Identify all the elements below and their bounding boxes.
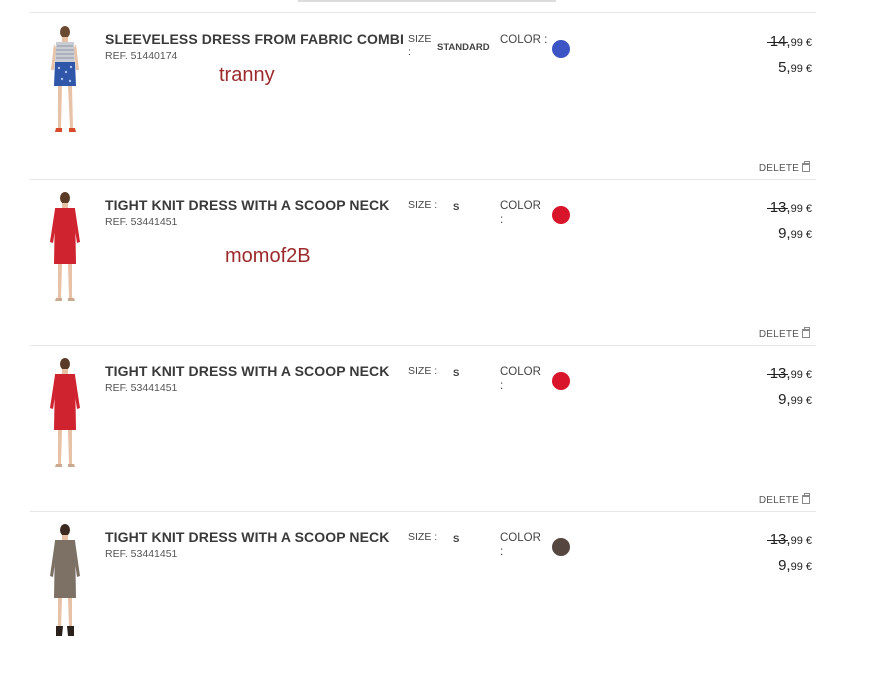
product-ref: REF. 53441451	[105, 548, 178, 560]
product-ref: REF. 51440174	[105, 50, 178, 62]
trash-icon	[802, 161, 810, 172]
cart-item: TIGHT KNIT DRESS WITH A SCOOP NECK REF. …	[30, 512, 816, 678]
delete-button[interactable]: DELETE	[759, 161, 810, 174]
color-label: COLOR :	[500, 532, 541, 558]
size-label: SIZE :	[408, 365, 438, 377]
trash-icon	[802, 327, 810, 338]
color-swatch	[552, 206, 570, 224]
product-image-knit-dress-red[interactable]	[42, 356, 88, 476]
cart-item: TIGHT KNIT DRESS WITH A SCOOP NECK REF. …	[30, 346, 816, 512]
sale-price: 9,99 €	[778, 225, 812, 242]
size-value: STANDARD	[437, 42, 490, 53]
color-swatch	[552, 372, 570, 390]
color-swatch	[552, 40, 570, 58]
color-swatch	[552, 538, 570, 556]
color-label: COLOR :	[500, 366, 541, 392]
product-name[interactable]: TIGHT KNIT DRESS WITH A SCOOP NECK	[105, 197, 389, 213]
size-label: SIZE :	[408, 531, 438, 543]
cart-item: TIGHT KNIT DRESS WITH A SCOOP NECK REF. …	[30, 180, 816, 346]
product-name[interactable]: TIGHT KNIT DRESS WITH A SCOOP NECK	[105, 363, 389, 379]
original-price: 13,99 €	[766, 365, 812, 382]
product-ref: REF. 53441451	[105, 216, 178, 228]
sale-price: 9,99 €	[778, 391, 812, 408]
product-name[interactable]: SLEEVELESS DRESS FROM FABRIC COMBI	[105, 31, 404, 47]
watermark-text: tranny	[219, 64, 275, 86]
header-divider-tab	[298, 0, 556, 2]
size-label: SIZE :	[408, 33, 432, 58]
original-price: 13,99 €	[766, 199, 812, 216]
product-image-sleeveless-dress[interactable]	[42, 24, 88, 144]
color-label: COLOR :	[500, 200, 541, 226]
size-value: S	[453, 534, 460, 545]
sale-price: 5,99 €	[778, 59, 812, 76]
color-label: COLOR :	[500, 34, 548, 46]
header-divider	[30, 12, 816, 13]
cart-item: SLEEVELESS DRESS FROM FABRIC COMBI REF. …	[30, 14, 816, 180]
watermark-text: momof2B	[225, 245, 311, 267]
trash-icon	[802, 493, 810, 504]
product-image-knit-dress-brown[interactable]	[42, 522, 88, 642]
delete-button[interactable]: DELETE	[759, 493, 810, 506]
delete-button[interactable]: DELETE	[759, 327, 810, 340]
product-name[interactable]: TIGHT KNIT DRESS WITH A SCOOP NECK	[105, 529, 389, 545]
product-image-knit-dress-red[interactable]	[42, 190, 88, 310]
size-label: SIZE :	[408, 199, 438, 211]
original-price: 14,99 €	[766, 33, 812, 50]
product-ref: REF. 53441451	[105, 382, 178, 394]
size-value: S	[453, 202, 460, 213]
sale-price: 9,99 €	[778, 557, 812, 574]
size-value: S	[453, 368, 460, 379]
original-price: 13,99 €	[766, 531, 812, 548]
